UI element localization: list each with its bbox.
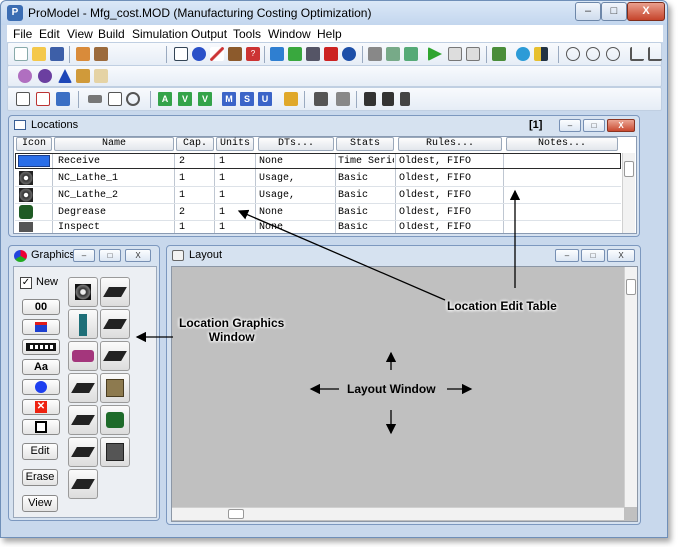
app-window: P ProModel - Mfg_cost.MOD (Manufacturing…	[0, 0, 668, 538]
annotation-location-edit-table: Location Edit Table	[447, 299, 557, 313]
annotation-arrows	[135, 189, 521, 435]
annotation-location-graphics-window: Location Graphics Window	[179, 316, 285, 344]
annotation-layout-window: Layout Window	[347, 382, 436, 396]
arrow-to-table	[237, 209, 446, 301]
